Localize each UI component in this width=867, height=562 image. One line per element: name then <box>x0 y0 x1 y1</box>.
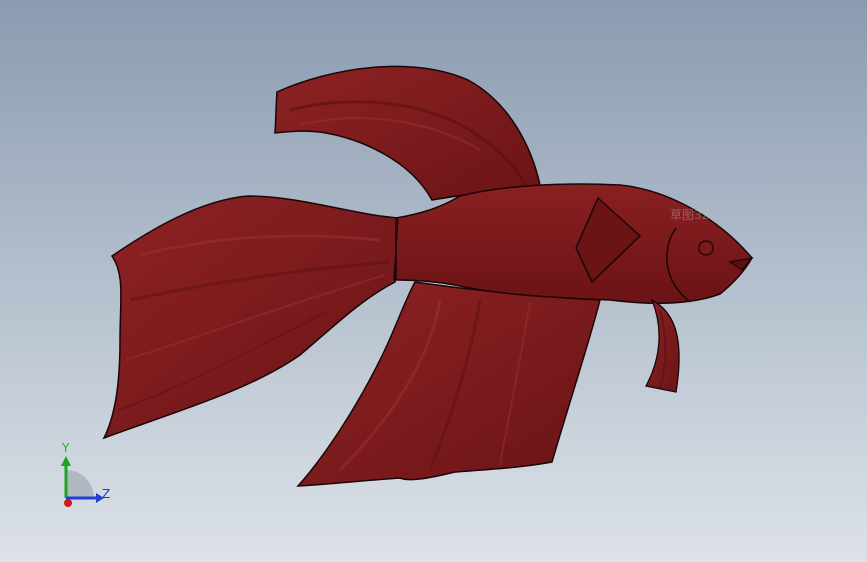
fish-body <box>395 183 753 304</box>
triad-quarter-disc <box>66 470 94 498</box>
x-axis-marker <box>64 499 72 507</box>
dorsal-fin <box>274 65 541 201</box>
caudal-fin <box>102 195 399 440</box>
sketch-label: 草图32 <box>670 208 710 222</box>
triad-graphic <box>61 456 104 507</box>
z-axis-label: Z <box>102 487 111 501</box>
betta-fish-model[interactable] <box>0 0 867 562</box>
view-orientation-triad[interactable]: Y Z <box>44 438 124 518</box>
graphics-viewport[interactable]: 草图32 Y Z <box>0 0 867 562</box>
y-axis-label: Y <box>62 441 70 455</box>
y-axis-arrowhead <box>61 456 71 466</box>
fish-eye <box>698 240 714 256</box>
